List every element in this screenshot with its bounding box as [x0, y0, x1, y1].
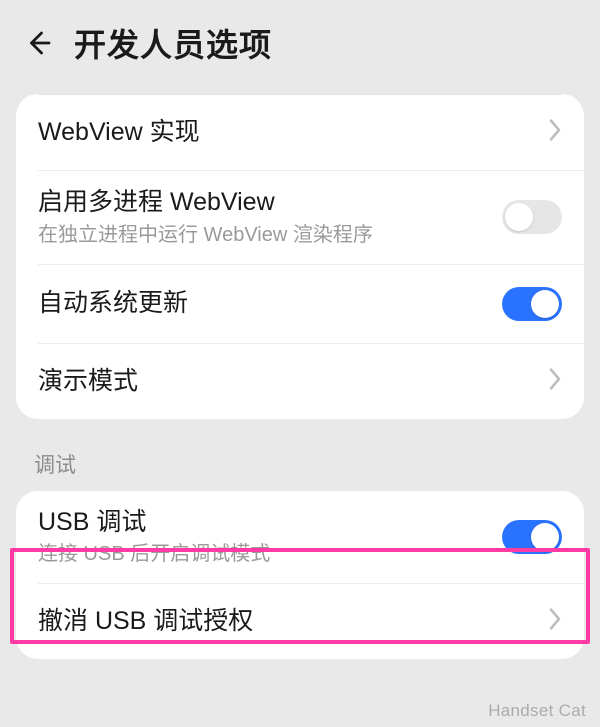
- settings-group-webview: WebView 实现 启用多进程 WebView 在独立进程中运行 WebVie…: [16, 94, 584, 419]
- settings-group-debug: USB 调试 连接 USB 后开启调试模式 撤消 USB 调试授权: [16, 491, 584, 660]
- toggle-usb-debugging[interactable]: [502, 520, 562, 554]
- chevron-right-icon: [548, 118, 562, 147]
- row-demo-mode[interactable]: 演示模式: [16, 344, 584, 419]
- row-text: 撤消 USB 调试授权: [38, 606, 538, 637]
- row-title: 撤消 USB 调试授权: [38, 606, 538, 637]
- row-revoke-usb-auth[interactable]: 撤消 USB 调试授权: [16, 584, 584, 659]
- row-title: USB 调试: [38, 507, 492, 538]
- chevron-right-icon: [548, 367, 562, 396]
- section-label-debug: 调试: [34, 449, 600, 479]
- chevron-right-icon: [548, 607, 562, 636]
- row-text: USB 调试 连接 USB 后开启调试模式: [38, 507, 492, 567]
- row-multiprocess-webview[interactable]: 启用多进程 WebView 在独立进程中运行 WebView 渲染程序: [16, 171, 584, 263]
- row-webview-impl[interactable]: WebView 实现: [16, 95, 584, 170]
- toggle-auto-system-update[interactable]: [502, 287, 562, 321]
- header: 开发人员选项: [0, 0, 600, 82]
- row-subtitle: 在独立进程中运行 WebView 渲染程序: [38, 223, 492, 248]
- row-text: 自动系统更新: [38, 288, 492, 319]
- toggle-multiprocess-webview[interactable]: [502, 200, 562, 234]
- row-text: 演示模式: [38, 366, 538, 397]
- row-text: 启用多进程 WebView 在独立进程中运行 WebView 渲染程序: [38, 187, 492, 247]
- page-title: 开发人员选项: [74, 20, 272, 66]
- row-usb-debugging[interactable]: USB 调试 连接 USB 后开启调试模式: [16, 491, 584, 583]
- row-title: WebView 实现: [38, 117, 538, 148]
- row-subtitle: 连接 USB 后开启调试模式: [38, 542, 492, 567]
- row-title: 自动系统更新: [38, 288, 492, 319]
- row-title: 启用多进程 WebView: [38, 187, 492, 218]
- row-text: WebView 实现: [38, 117, 538, 148]
- row-auto-system-update[interactable]: 自动系统更新: [16, 265, 584, 343]
- back-icon[interactable]: [24, 28, 54, 58]
- row-title: 演示模式: [38, 366, 538, 397]
- watermark: Handset Cat: [488, 701, 586, 721]
